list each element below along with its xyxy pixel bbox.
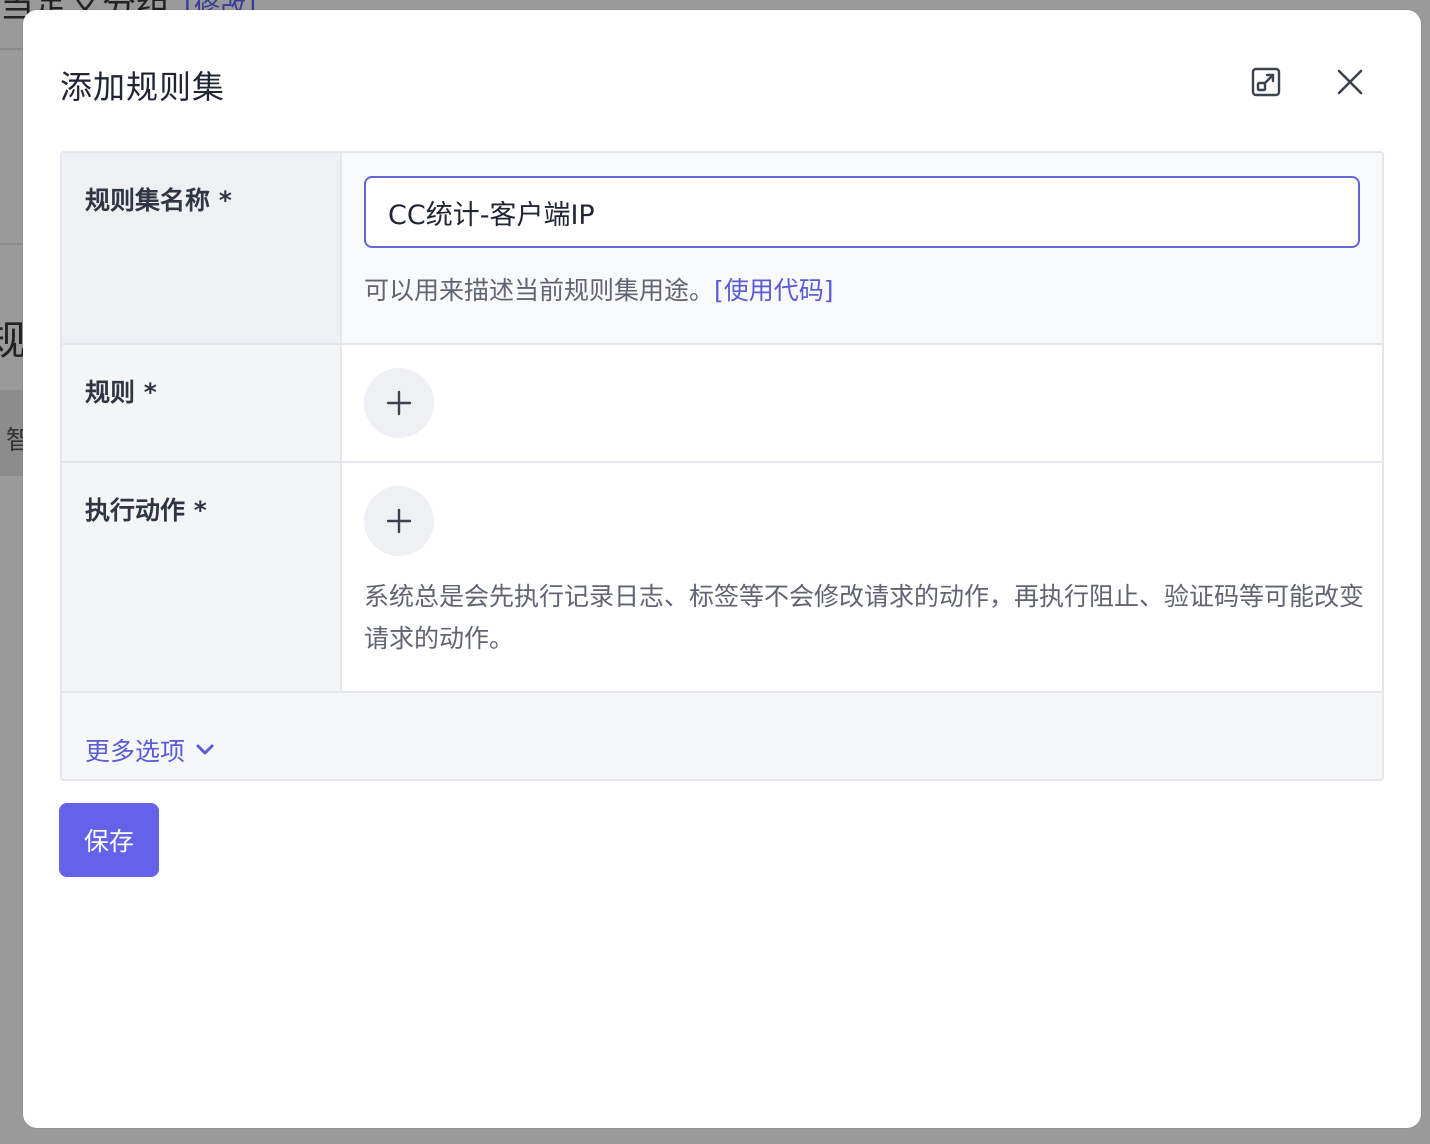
more-options-label: 更多选项 — [85, 737, 186, 766]
close-button[interactable] — [1330, 62, 1370, 102]
expand-icon — [1251, 67, 1281, 97]
ruleset-name-hint: 可以用来描述当前规则集用途。[使用代码] — [364, 270, 1360, 312]
form-row-rules: 规则 * — [62, 345, 1382, 463]
actions-hint: 系统总是会先执行记录日志、标签等不会修改请求的动作，再执行阻止、验证码等可能改变… — [364, 582, 1365, 653]
form-row-more-options: 更多选项 — [62, 693, 1382, 779]
plus-icon — [386, 390, 412, 416]
ruleset-name-cell: 可以用来描述当前规则集用途。[使用代码] — [342, 153, 1382, 343]
ruleset-name-input[interactable] — [364, 176, 1360, 248]
add-ruleset-modal: 添加规则集 规则集名称 * 可以用来描述当前规则集用途。[使用代码] — [23, 10, 1421, 1128]
form-row-actions: 执行动作 * 系统总是会先执行记录日志、标签等不会修改请求的动作，再执行阻止、验… — [62, 463, 1382, 693]
rules-label: 规则 * — [62, 345, 342, 461]
use-code-link[interactable]: [使用代码] — [714, 276, 834, 305]
ruleset-name-hint-text: 可以用来描述当前规则集用途。 — [364, 276, 715, 305]
close-icon — [1337, 69, 1363, 95]
form-row-name: 规则集名称 * 可以用来描述当前规则集用途。[使用代码] — [62, 153, 1382, 345]
more-options-toggle[interactable]: 更多选项 — [85, 721, 215, 779]
chevron-down-icon — [196, 744, 214, 755]
ruleset-name-label: 规则集名称 * — [62, 153, 342, 343]
expand-button[interactable] — [1246, 62, 1286, 102]
modal-title: 添加规则集 — [60, 68, 226, 106]
actions-label: 执行动作 * — [62, 463, 342, 691]
ruleset-form: 规则集名称 * 可以用来描述当前规则集用途。[使用代码] 规则 * — [60, 151, 1384, 781]
save-button[interactable]: 保存 — [59, 803, 159, 877]
actions-cell: 系统总是会先执行记录日志、标签等不会修改请求的动作，再执行阻止、验证码等可能改变… — [342, 463, 1382, 691]
add-rule-button[interactable] — [364, 368, 434, 438]
add-action-button[interactable] — [364, 486, 434, 556]
plus-icon — [386, 508, 412, 534]
rules-cell — [342, 345, 1382, 461]
